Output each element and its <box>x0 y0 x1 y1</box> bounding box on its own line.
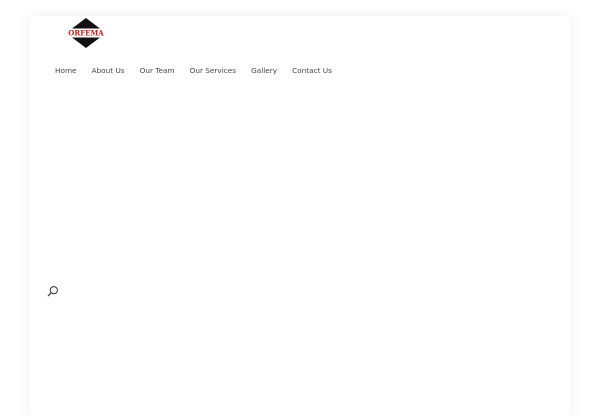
logo-image: ORFEMA <box>66 18 106 48</box>
nav-item-contact-us[interactable]: Contact Us <box>292 66 332 75</box>
nav-item-our-services[interactable]: Our Services <box>190 66 236 75</box>
logo-text: ORFEMA <box>68 29 104 38</box>
search-icon-glyph <box>47 286 58 297</box>
site-logo[interactable]: ORFEMA <box>66 18 106 48</box>
nav-item-our-team[interactable]: Our Team <box>140 66 175 75</box>
main-nav: Home About Us Our Team Our Services Gall… <box>55 63 332 77</box>
nav-item-about-us[interactable]: About Us <box>92 66 125 75</box>
nav-item-home[interactable]: Home <box>55 66 77 75</box>
search-icon[interactable] <box>47 285 59 297</box>
nav-item-gallery[interactable]: Gallery <box>251 66 277 75</box>
